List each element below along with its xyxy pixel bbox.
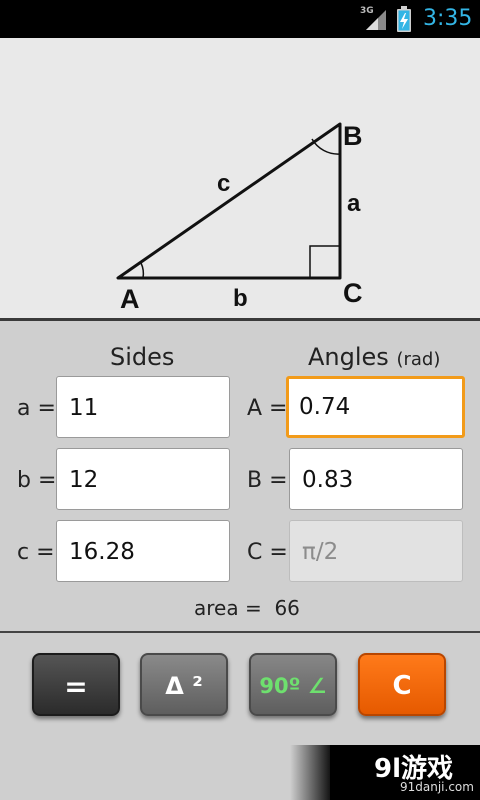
triangle-shape	[116, 122, 342, 280]
area-readout: area = 66	[194, 596, 300, 620]
side-c-label: c =	[17, 540, 55, 565]
angle-arc-a	[140, 262, 145, 279]
right-angle-marker	[309, 245, 341, 279]
angles-heading: Angles (rad)	[308, 343, 440, 371]
angles-unit: (rad)	[396, 349, 441, 370]
sides-heading: Sides	[110, 343, 175, 371]
vertex-label-b: B	[343, 121, 363, 151]
angle-b-input[interactable]: 0.83	[289, 448, 463, 510]
area-label: area =	[194, 596, 262, 620]
input-panel: Sides Angles (rad) a = 11 A = 0.74 b = 1…	[0, 321, 480, 631]
side-b-input[interactable]: 12	[56, 448, 230, 510]
angle-c-input: π/2	[289, 520, 463, 582]
side-label-a: a	[347, 190, 361, 217]
angles-heading-text: Angles	[308, 343, 389, 371]
vertex-label-c: C	[343, 278, 363, 308]
vertex-label-a: A	[120, 284, 140, 314]
angle-a-label: A =	[247, 396, 288, 421]
status-bar: 3G 3:35	[0, 0, 480, 38]
angle-a-input[interactable]: 0.74	[286, 376, 465, 438]
side-label-c: c	[217, 170, 230, 197]
watermark-url: 91danji.com	[400, 780, 474, 794]
side-b-label: b =	[17, 468, 57, 493]
status-time: 3:35	[423, 6, 473, 31]
battery-charging-icon	[397, 6, 411, 32]
solve-button[interactable]: =	[32, 653, 120, 716]
angle-b-label: B =	[247, 468, 288, 493]
side-c-input[interactable]: 16.28	[56, 520, 230, 582]
side-label-b: b	[233, 285, 248, 312]
angle-c-label: C =	[247, 540, 288, 565]
area-value: 66	[274, 596, 300, 620]
signal-icon	[366, 10, 386, 30]
side-a-input[interactable]: 11	[56, 376, 230, 438]
clear-button[interactable]: C	[358, 653, 446, 716]
triangle-diagram: A B C a b c	[0, 38, 480, 318]
right-angle-button[interactable]: 90º ∠	[249, 653, 337, 716]
side-a-label: a =	[17, 396, 56, 421]
square-button[interactable]: Δ ²	[140, 653, 228, 716]
watermark-fade	[290, 745, 330, 800]
